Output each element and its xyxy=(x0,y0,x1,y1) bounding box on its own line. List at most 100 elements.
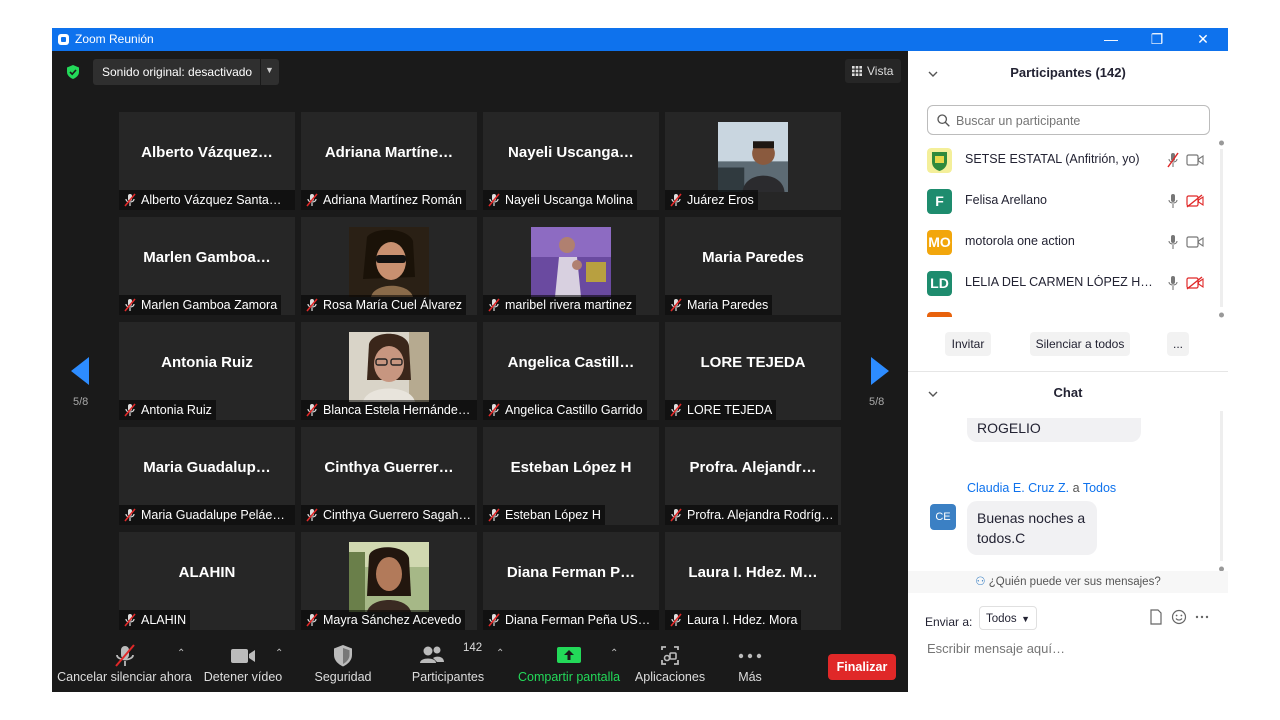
video-camera-icon xyxy=(231,649,255,663)
participants-label: Participantes xyxy=(411,670,485,684)
participants-button[interactable]: 142 Participantes xyxy=(408,630,488,692)
participants-count: 142 xyxy=(463,642,483,654)
participant-name-label: Blanca Estela Hernández… xyxy=(301,400,477,420)
participant-list-scrollbar[interactable] xyxy=(1219,139,1224,319)
chat-recipient[interactable]: Todos xyxy=(1083,481,1116,495)
muted-mic-icon xyxy=(488,298,500,312)
participant-video-photo xyxy=(349,227,429,297)
participant-video-tile[interactable]: Diana Ferman P… Diana Ferman Peña USA… xyxy=(483,532,659,630)
participant-row[interactable]: F Felisa Arellano xyxy=(908,180,1216,221)
participant-row[interactable]: LD LELIA DEL CARMEN LÓPEZ HUE… xyxy=(908,262,1216,303)
participant-video-tile[interactable]: Maria Guadalup… Maria Guadalupe Peláez… xyxy=(119,427,295,525)
video-camera-icon[interactable] xyxy=(1186,153,1204,167)
next-page-arrow-icon[interactable] xyxy=(871,357,889,385)
chat-message: Buenas noches a todos.C xyxy=(967,501,1097,555)
apps-button[interactable]: Aplicaciones xyxy=(632,630,708,692)
minimize-button[interactable]: — xyxy=(1088,28,1134,51)
participant-search-box[interactable] xyxy=(927,105,1210,135)
participant-video-tile[interactable]: Esteban López H Esteban López H xyxy=(483,427,659,525)
participant-video-tile[interactable]: Rosa María Cuel Álvarez xyxy=(301,217,477,315)
security-button[interactable]: Seguridad xyxy=(308,630,378,692)
audio-options-caret-icon[interactable]: ⌃ xyxy=(177,648,185,659)
emoji-icon[interactable] xyxy=(1171,609,1187,625)
zoom-logo-icon xyxy=(58,34,69,45)
participant-search-input[interactable] xyxy=(954,111,1198,131)
participant-video-tile[interactable]: Maria Paredes Maria Paredes xyxy=(665,217,841,315)
participant-name-label: Adriana Martínez Román xyxy=(301,190,466,210)
invite-button[interactable]: Invitar xyxy=(945,332,991,356)
chat-sender-name[interactable]: Claudia E. Cruz Z. xyxy=(967,481,1069,495)
original-sound-dropdown[interactable]: Sonido original: desactivado ▼ xyxy=(93,59,279,85)
participant-video-tile[interactable]: Laura I. Hdez. M… Laura I. Hdez. Mora xyxy=(665,532,841,630)
chat-more-icon[interactable] xyxy=(1194,609,1210,625)
more-button[interactable]: Más xyxy=(728,630,772,692)
participant-video-tile[interactable]: Mayra Sánchez Acevedo xyxy=(301,532,477,630)
share-screen-label: Compartir pantalla xyxy=(518,670,621,684)
participants-options-caret-icon[interactable]: ⌃ xyxy=(496,648,504,659)
grid-icon xyxy=(852,66,862,76)
original-sound-label: Sonido original: desactivado xyxy=(102,65,253,79)
video-options-caret-icon[interactable]: ⌃ xyxy=(275,648,283,659)
person-lock-icon: ⚇ xyxy=(975,576,986,588)
muted-mic-icon xyxy=(488,613,500,627)
participants-more-button[interactable]: ... xyxy=(1167,332,1189,356)
participant-display-name: ALAHIN xyxy=(178,564,236,581)
stop-video-button[interactable]: Detener vídeo xyxy=(200,630,286,692)
muted-microphone-icon[interactable] xyxy=(1167,152,1179,168)
unmute-button[interactable]: Cancelar silenciar ahora xyxy=(57,630,192,692)
who-can-see-messages[interactable]: ⚇ ¿Quién puede ver sus mensajes? xyxy=(908,571,1228,593)
apps-icon xyxy=(661,646,679,665)
participant-video-tile[interactable]: ALAHIN ALAHIN xyxy=(119,532,295,630)
microphone-icon[interactable] xyxy=(1167,193,1179,209)
previous-page-arrow-icon[interactable] xyxy=(71,357,89,385)
video-off-icon[interactable] xyxy=(1186,194,1204,208)
video-off-icon[interactable] xyxy=(1186,276,1204,290)
participant-display-name: LORE TEJEDA xyxy=(700,354,806,371)
send-to-label: Enviar a: xyxy=(925,615,973,629)
participant-name-label: maribel rivera martinez xyxy=(483,295,637,315)
participant-row-partial[interactable] xyxy=(908,303,1216,317)
microphone-icon[interactable] xyxy=(1167,234,1179,250)
muted-mic-icon xyxy=(124,298,136,312)
participants-title: Participantes (142) xyxy=(1010,65,1126,80)
participant-video-tile[interactable]: Alberto Vázquez… Alberto Vázquez Santam… xyxy=(119,112,295,210)
encryption-shield-icon[interactable] xyxy=(66,65,80,79)
view-button[interactable]: Vista xyxy=(845,59,901,83)
participant-video-tile[interactable]: Juárez Eros xyxy=(665,112,841,210)
participant-video-tile[interactable]: Blanca Estela Hernández… xyxy=(301,322,477,420)
participant-video-tile[interactable]: Marlen Gamboa… Marlen Gamboa Zamora xyxy=(119,217,295,315)
file-icon[interactable] xyxy=(1148,609,1164,625)
participant-video-tile[interactable]: Cinthya Guerrer… Cinthya Guerrero Sagah… xyxy=(301,427,477,525)
meeting-toolbar: Cancelar silenciar ahora ⌃ Detener vídeo… xyxy=(52,630,908,692)
participant-video-tile[interactable]: Angelica Castill… Angelica Castillo Garri… xyxy=(483,322,659,420)
close-button[interactable]: ✕ xyxy=(1180,28,1226,51)
send-to-dropdown[interactable]: Todos ▼ xyxy=(979,606,1037,630)
caret-down-icon[interactable]: ▼ xyxy=(265,65,274,75)
participant-video-tile[interactable]: LORE TEJEDA LORE TEJEDA xyxy=(665,322,841,420)
participant-row[interactable]: MO motorola one action xyxy=(908,221,1216,262)
participant-video-tile[interactable]: Adriana Martíne… Adriana Martínez Román xyxy=(301,112,477,210)
chat-message-input[interactable] xyxy=(925,636,1219,660)
participant-video-tile[interactable]: Nayeli Uscanga… Nayeli Uscanga Molina xyxy=(483,112,659,210)
chat-scrollbar[interactable] xyxy=(1219,411,1224,573)
participant-name: SETSE ESTATAL (Anfitrión, yo) xyxy=(965,152,1140,166)
muted-mic-icon xyxy=(488,193,500,207)
participant-name: Felisa Arellano xyxy=(965,193,1047,207)
participant-video-tile[interactable]: Profra. Alejandr… Profra. Alejandra Rodrí… xyxy=(665,427,841,525)
participant-row[interactable]: SETSE ESTATAL (Anfitrión, yo) xyxy=(908,139,1216,180)
end-meeting-button[interactable]: Finalizar xyxy=(828,654,896,680)
participant-name-label: Profra. Alejandra Rodríg… xyxy=(665,505,838,525)
mute-all-button[interactable]: Silenciar a todos xyxy=(1030,332,1130,356)
participant-name-label: Marlen Gamboa Zamora xyxy=(119,295,282,315)
restore-button[interactable]: ❐ xyxy=(1134,28,1180,51)
participant-avatar: LD xyxy=(927,271,952,296)
share-options-caret-icon[interactable]: ⌃ xyxy=(610,648,618,659)
participant-name: LELIA DEL CARMEN LÓPEZ HUE… xyxy=(965,275,1157,289)
muted-microphone-icon xyxy=(114,644,135,667)
share-screen-button[interactable]: Compartir pantalla xyxy=(518,630,620,692)
video-camera-icon[interactable] xyxy=(1186,235,1204,249)
participant-video-tile[interactable]: maribel rivera martinez xyxy=(483,217,659,315)
who-can-see-label: ¿Quién puede ver sus mensajes? xyxy=(988,576,1161,588)
microphone-icon[interactable] xyxy=(1167,275,1179,291)
participant-video-tile[interactable]: Antonia Ruiz Antonia Ruiz xyxy=(119,322,295,420)
